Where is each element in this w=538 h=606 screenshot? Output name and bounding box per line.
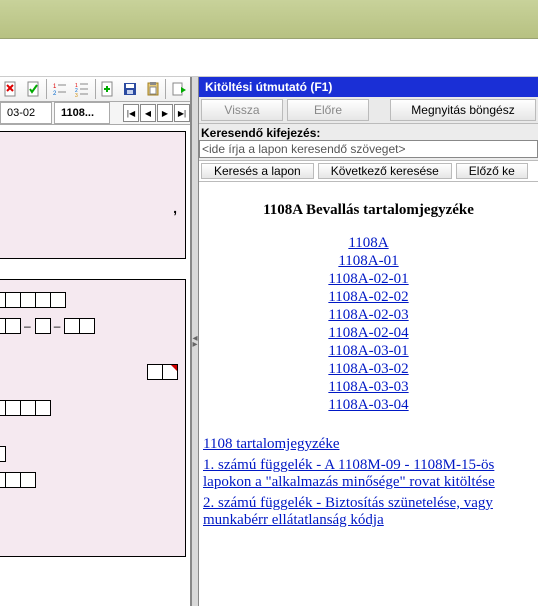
new-page-icon[interactable]	[96, 77, 119, 101]
nav-next-button[interactable]: ▶	[157, 104, 173, 122]
nav-first-button[interactable]: |◀	[123, 104, 139, 122]
search-prev-button[interactable]: Előző ke	[456, 163, 528, 179]
form-area: , – –	[0, 125, 191, 573]
form-pane: 12 123 03-02 1108... |◀	[0, 77, 191, 606]
help-pane: Kitöltési útmutató (F1) Vissza Előre Meg…	[199, 77, 538, 606]
comma-label: ,	[0, 200, 177, 216]
page-error-icon[interactable]	[0, 77, 23, 101]
search-buttons-row: Keresés a lapon Következő keresése Előző…	[199, 160, 538, 182]
svg-text:3: 3	[75, 93, 78, 97]
input-cells-row-5[interactable]	[0, 446, 177, 462]
splitter[interactable]: ◂▸	[191, 77, 199, 606]
toc-link[interactable]: 1108A	[203, 235, 534, 252]
toc-list: 1108A 1108A-01 1108A-02-01 1108A-02-02 1…	[203, 235, 534, 414]
save-icon[interactable]	[119, 77, 142, 101]
input-cells-row-3[interactable]	[0, 364, 177, 380]
paste-icon[interactable]	[142, 77, 165, 101]
splitter-grip-icon: ◂▸	[192, 336, 197, 348]
toc-link[interactable]: 1108A-03-01	[203, 343, 534, 360]
tab-1108[interactable]: 1108...	[54, 102, 110, 124]
back-button[interactable]: Vissza	[201, 99, 283, 121]
svg-text:1: 1	[53, 84, 57, 90]
form-section-2: – –	[0, 279, 186, 557]
help-header: Kitöltési útmutató (F1)	[199, 77, 538, 97]
form-section-1: ,	[0, 131, 186, 259]
toc-link[interactable]: 1108A-02-01	[203, 271, 534, 288]
nav-prev-button[interactable]: ◀	[140, 104, 156, 122]
nav-last-button[interactable]: ▶|	[174, 104, 190, 122]
input-cells-row-4[interactable]	[0, 400, 177, 416]
tabs-row: 03-02 1108... |◀ ◀ ▶ ▶|	[0, 102, 190, 125]
tab-0302[interactable]: 03-02	[0, 102, 52, 124]
main-toc-link[interactable]: 1108 tartalomjegyzéke	[203, 436, 339, 452]
input-cells-row-6[interactable]	[0, 472, 177, 488]
toc-link[interactable]: 1108A-02-04	[203, 325, 534, 342]
toc-link[interactable]: 1108A-01	[203, 253, 534, 270]
ribbon-bar	[0, 0, 538, 39]
appendix-2-link[interactable]: 2. számú függelék - Biztosítás szünetelé…	[203, 495, 493, 528]
search-label: Keresendő kifejezés:	[199, 124, 538, 140]
appendix-1-link[interactable]: 1. számú függelék - A 1108M-09 - 1108M-1…	[203, 457, 495, 490]
open-in-browser-button[interactable]: Megnyitás böngész	[390, 99, 536, 121]
search-page-button[interactable]: Keresés a lapon	[201, 163, 314, 179]
search-next-button[interactable]: Következő keresése	[318, 163, 452, 179]
input-cells-row-1[interactable]	[0, 292, 177, 308]
numbered-tree-12-icon[interactable]: 12	[48, 77, 71, 101]
additional-links: 1108 tartalomjegyzéke 1. számú függelék …	[203, 436, 534, 529]
help-content: 1108A Bevallás tartalomjegyzéke 1108A 11…	[199, 182, 538, 606]
help-title: 1108A Bevallás tartalomjegyzéke	[203, 202, 534, 219]
toc-link[interactable]: 1108A-02-02	[203, 289, 534, 306]
toc-link[interactable]: 1108A-03-02	[203, 361, 534, 378]
numbered-tree-123-icon[interactable]: 123	[71, 77, 94, 101]
forward-button[interactable]: Előre	[287, 99, 369, 121]
input-cells-row-2[interactable]: – –	[0, 318, 177, 334]
toolbar: 12 123	[0, 77, 190, 102]
spacer-bar	[0, 39, 538, 77]
toc-link[interactable]: 1108A-03-04	[203, 397, 534, 414]
toc-link[interactable]: 1108A-03-03	[203, 379, 534, 396]
help-nav-row: Vissza Előre Megnyitás böngész	[199, 97, 538, 124]
export-icon[interactable]	[167, 77, 190, 101]
page-check-icon[interactable]	[23, 77, 46, 101]
search-input[interactable]	[199, 140, 538, 158]
svg-text:2: 2	[53, 91, 57, 97]
toc-link[interactable]: 1108A-02-03	[203, 307, 534, 324]
